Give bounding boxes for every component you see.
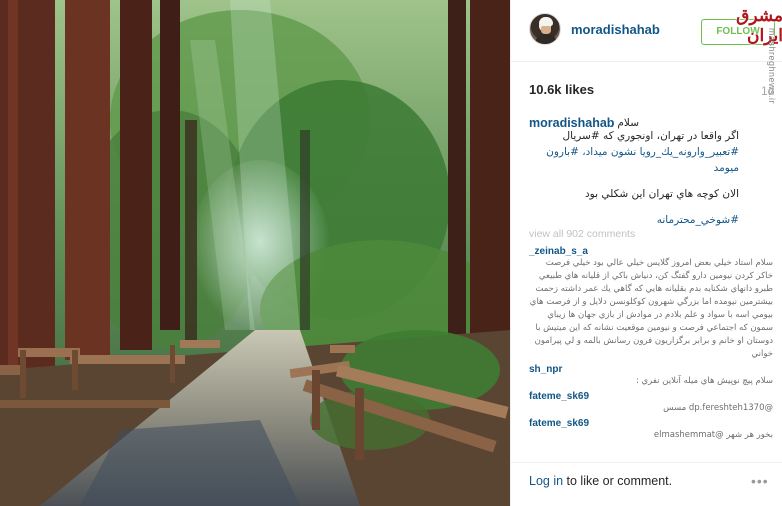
comment-username[interactable]: sh_npr [529, 364, 773, 375]
post-footer: Log in to like or comment. ••• [511, 462, 782, 506]
likes-count[interactable]: 10.6k likes [529, 82, 594, 97]
caption-line: الان كوچه هاي تهران اين شكلي بود [584, 188, 739, 200]
login-prompt-text: to like or comment. [563, 474, 673, 488]
caption-hashtag[interactable]: #شوخي_محترمانه [529, 212, 739, 228]
comment-text: سلام استاد خيلي بعض امروز گلايس خيلي عال… [529, 258, 773, 359]
view-all-comments-link[interactable]: view all 902 comments [529, 228, 773, 240]
comment-item: sh_npr سلام پيچ نوپيش هاي ميله آنلاين نف… [529, 364, 773, 388]
login-prompt: Log in to like or comment. [529, 474, 672, 488]
more-options-icon[interactable]: ••• [751, 473, 769, 489]
caption-hashtag-line[interactable]: #تعبير_وارونه_يك_رويا نشون ميداد، #بارون… [529, 144, 739, 176]
avatar-face [541, 25, 551, 34]
post-caption: moradishahab سلام اگر واقعا در تهران، او… [529, 114, 773, 226]
caption-line: اگر واقعا در تهران، اونجوري كه #سريال [562, 130, 740, 142]
post-time[interactable]: 1d [761, 84, 774, 98]
comment-text: @dp.fereshteh1370 مسس [663, 403, 773, 413]
comment-username[interactable]: _zeinab_s_a [529, 246, 773, 257]
caption-body: اگر واقعا در تهران، اونجوري كه #سريال #ت… [529, 128, 739, 228]
comments-list: view all 902 comments _zeinab_s_a سلام ا… [529, 228, 773, 445]
comment-username[interactable]: fateme_sk69 [529, 391, 773, 402]
post-side-panel: moradishahab FOLLOW مشرق ایران mashreghn… [510, 0, 782, 506]
comment-item: fateme_sk69 @dp.fereshteh1370 مسس [529, 391, 773, 415]
forest-road-image [0, 0, 510, 506]
comment-text: سلام پيچ نوپيش هاي ميله آنلاين نفري : [635, 376, 773, 386]
post-header: moradishahab FOLLOW مشرق ایران mashreghn… [511, 0, 782, 104]
username-link[interactable]: moradishahab [571, 22, 660, 37]
comment-item: _zeinab_s_a سلام استاد خيلي بعض امروز گل… [529, 246, 773, 361]
avatar-robe [535, 34, 557, 44]
post-photo[interactable] [0, 0, 510, 506]
login-link[interactable]: Log in [529, 474, 563, 488]
avatar-turban [539, 17, 553, 26]
avatar[interactable] [529, 13, 561, 45]
comment-text: بخور هر شهر @elmashemmat [653, 430, 773, 440]
comment-item: fateme_sk69 بخور هر شهر @elmashemmat [529, 418, 773, 442]
comment-username[interactable]: fateme_sk69 [529, 418, 773, 429]
